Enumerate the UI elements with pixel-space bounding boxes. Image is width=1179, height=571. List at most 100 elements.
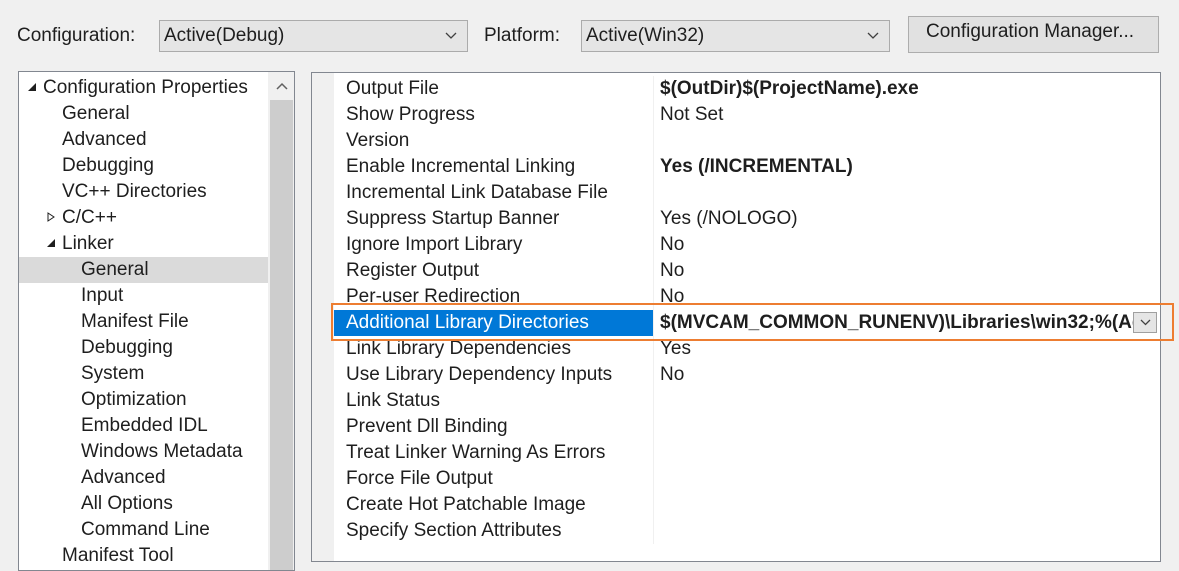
property-row[interactable]: Enable Incremental Linking Yes (/INCREMEN… — [334, 154, 1160, 180]
scroll-up-icon[interactable] — [276, 82, 288, 90]
property-value-cell[interactable]: No — [657, 362, 1160, 388]
tree-item[interactable]: C/C++ — [19, 205, 268, 231]
tree-item-label: Configuration Properties — [43, 77, 248, 98]
tree-item[interactable]: Debugging — [19, 335, 268, 361]
property-name-cell[interactable]: Version — [334, 128, 654, 154]
configuration-dropdown[interactable]: Active(Debug) — [159, 20, 468, 52]
tree-item[interactable]: Windows Metadata — [19, 439, 268, 465]
property-value: Yes — [660, 338, 691, 359]
property-row[interactable]: Output File $(OutDir)$(ProjectName).exe — [334, 76, 1160, 102]
property-name-cell[interactable]: Per-user Redirection — [334, 284, 654, 310]
tree-item[interactable]: VC++ Directories — [19, 179, 268, 205]
expanded-triangle-icon[interactable] — [46, 238, 56, 248]
property-name: Link Library Dependencies — [346, 338, 571, 359]
property-value-cell[interactable]: Not Set — [657, 102, 1160, 128]
property-name-cell[interactable]: Specify Section Attributes — [334, 518, 654, 544]
property-name: Register Output — [346, 260, 480, 281]
tree-item[interactable]: All Options — [19, 491, 268, 517]
property-name: Use Library Dependency Inputs — [346, 364, 613, 385]
property-row[interactable]: Use Library Dependency Inputs No — [334, 362, 1160, 388]
property-value-cell[interactable] — [657, 180, 1160, 206]
tree-item[interactable]: Manifest Tool — [19, 543, 268, 569]
property-name: Ignore Import Library — [346, 234, 523, 255]
property-row[interactable]: Ignore Import Library No — [334, 232, 1160, 258]
property-name-cell[interactable]: Show Progress — [334, 102, 654, 128]
property-value-cell[interactable]: $(MVCAM_COMMON_RUNENV)\Libraries\win32;%… — [657, 310, 1135, 336]
property-name: Link Status — [346, 390, 440, 411]
property-name-cell[interactable]: Ignore Import Library — [334, 232, 654, 258]
property-value-cell[interactable] — [657, 388, 1160, 414]
property-row[interactable]: Treat Linker Warning As Errors — [334, 440, 1160, 466]
property-name-cell[interactable]: Use Library Dependency Inputs — [334, 362, 654, 388]
property-row[interactable]: Show Progress Not Set — [334, 102, 1160, 128]
property-value-cell[interactable] — [657, 128, 1160, 154]
platform-dropdown[interactable]: Active(Win32) — [581, 20, 890, 52]
property-row[interactable]: Force File Output — [334, 466, 1160, 492]
scrollbar-thumb[interactable] — [270, 100, 293, 570]
property-row[interactable]: Create Hot Patchable Image — [334, 492, 1160, 518]
property-value: No — [660, 234, 685, 255]
value-dropdown-button[interactable] — [1133, 312, 1157, 333]
property-row[interactable]: Specify Section Attributes — [334, 518, 1160, 544]
tree-item[interactable]: Input — [19, 283, 268, 309]
expanded-triangle-icon[interactable] — [27, 82, 37, 92]
property-name-cell[interactable]: Output File — [334, 76, 654, 102]
tree-item[interactable]: Manifest File — [19, 309, 268, 335]
property-name-cell[interactable]: Create Hot Patchable Image — [334, 492, 654, 518]
property-name: Additional Library Directories — [346, 312, 589, 333]
tree-item-label: Manifest File — [81, 311, 189, 332]
tree-item-label: General — [62, 103, 130, 124]
property-row[interactable]: Additional Library Directories $(MVCAM_CO… — [334, 310, 1160, 336]
property-value-cell[interactable]: Yes (/NOLOGO) — [657, 206, 1160, 232]
configuration-manager-button[interactable]: Configuration Manager... — [908, 16, 1159, 53]
property-value-cell[interactable]: Yes (/INCREMENTAL) — [657, 154, 1160, 180]
property-value-cell[interactable]: No — [657, 258, 1160, 284]
tree-item[interactable]: Optimization — [19, 387, 268, 413]
property-name-cell[interactable]: Link Library Dependencies — [334, 336, 654, 362]
property-name-cell[interactable]: Register Output — [334, 258, 654, 284]
tree-item[interactable]: General — [19, 101, 268, 127]
property-value-cell[interactable]: Yes — [657, 336, 1160, 362]
property-name-cell[interactable]: Additional Library Directories — [334, 310, 654, 336]
category-tree[interactable]: Configuration Properties General Advanced D… — [18, 71, 295, 571]
property-name-cell[interactable]: Incremental Link Database File — [334, 180, 654, 206]
property-value-cell[interactable] — [657, 440, 1160, 466]
property-value-cell[interactable]: $(OutDir)$(ProjectName).exe — [657, 76, 1160, 102]
property-row[interactable]: Link Status — [334, 388, 1160, 414]
property-name-cell[interactable]: Link Status — [334, 388, 654, 414]
tree-scrollbar[interactable] — [268, 72, 294, 570]
tree-item[interactable]: Debugging — [19, 153, 268, 179]
tree-item[interactable]: Embedded IDL — [19, 413, 268, 439]
tree-item[interactable]: Command Line — [19, 517, 268, 543]
platform-label: Platform: — [484, 25, 561, 46]
property-name-cell[interactable]: Treat Linker Warning As Errors — [334, 440, 654, 466]
chevron-down-icon — [445, 32, 457, 39]
property-name-cell[interactable]: Prevent Dll Binding — [334, 414, 654, 440]
property-grid[interactable]: Output File $(OutDir)$(ProjectName).exe Sh… — [311, 72, 1161, 562]
property-name-cell[interactable]: Enable Incremental Linking — [334, 154, 654, 180]
property-value-cell[interactable] — [657, 466, 1160, 492]
tree-item[interactable]: Configuration Properties — [19, 75, 268, 101]
collapsed-triangle-icon[interactable] — [46, 212, 56, 222]
property-value-cell[interactable] — [657, 518, 1160, 544]
property-name-cell[interactable]: Suppress Startup Banner — [334, 206, 654, 232]
tree-item[interactable]: Linker — [19, 231, 268, 257]
property-row[interactable]: Link Library Dependencies Yes — [334, 336, 1160, 362]
property-value-cell[interactable]: No — [657, 232, 1160, 258]
property-value-cell[interactable] — [657, 414, 1160, 440]
property-name-cell[interactable]: Force File Output — [334, 466, 654, 492]
property-row[interactable]: Version — [334, 128, 1160, 154]
tree-item[interactable]: General — [19, 257, 268, 283]
property-row[interactable]: Suppress Startup Banner Yes (/NOLOGO) — [334, 206, 1160, 232]
property-row[interactable]: Incremental Link Database File — [334, 180, 1160, 206]
property-value-cell[interactable] — [657, 492, 1160, 518]
tree-item-label: Debugging — [81, 337, 173, 358]
property-row[interactable]: Prevent Dll Binding — [334, 414, 1160, 440]
tree-item[interactable]: Advanced — [19, 127, 268, 153]
property-row[interactable]: Register Output No — [334, 258, 1160, 284]
property-value-cell[interactable]: No — [657, 284, 1160, 310]
property-row[interactable]: Per-user Redirection No — [334, 284, 1160, 310]
property-name: Output File — [346, 78, 439, 99]
tree-item[interactable]: Advanced — [19, 465, 268, 491]
tree-item[interactable]: System — [19, 361, 268, 387]
